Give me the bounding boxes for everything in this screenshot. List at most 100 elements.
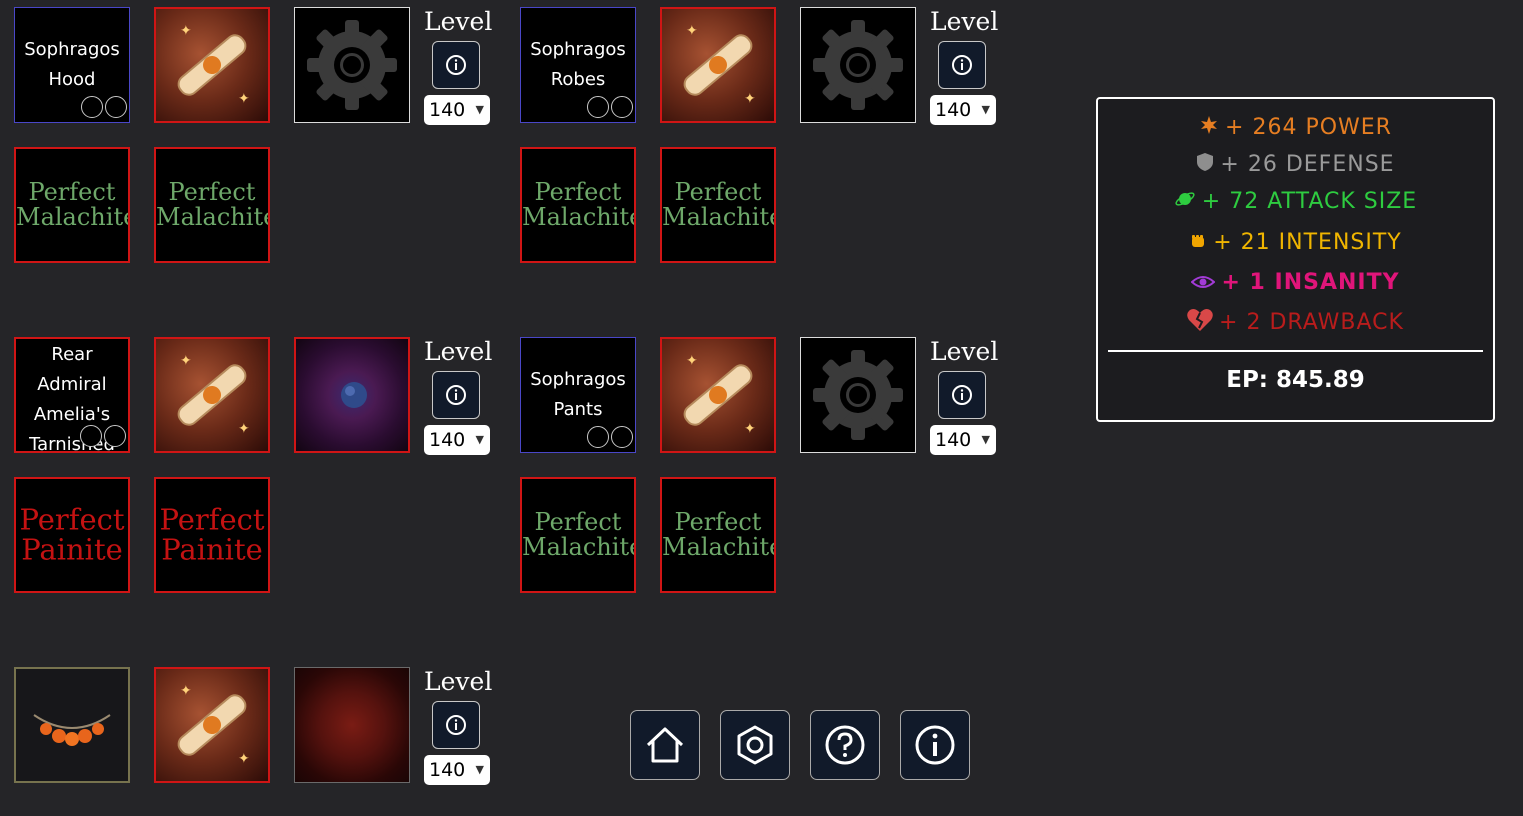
info-icon <box>446 385 466 405</box>
level-label: Level <box>424 337 493 366</box>
stat-power-text: + 264 POWER <box>1225 115 1392 140</box>
gear-slot-empty[interactable] <box>294 7 410 123</box>
gear-icon <box>813 350 903 440</box>
info-button[interactable] <box>432 41 480 89</box>
settings-icon <box>737 725 773 765</box>
gem-slot[interactable]: Perfect Malachite <box>520 477 636 593</box>
level-label: Level <box>930 7 999 36</box>
essence-slot[interactable] <box>294 667 410 783</box>
gem-slot[interactable]: Perfect Malachite <box>14 147 130 263</box>
scroll-icon: ✦✦ <box>177 352 250 436</box>
chevron-down-icon: ▼ <box>475 763 484 776</box>
info-icon <box>446 55 466 75</box>
info-icon <box>952 55 972 75</box>
gear-slot-empty[interactable] <box>800 337 916 453</box>
item-name: Sophragos Hood <box>24 39 120 90</box>
socket-empty[interactable] <box>587 96 609 118</box>
svg-text:✦: ✦ <box>238 90 250 106</box>
svg-text:✦: ✦ <box>180 352 192 368</box>
level-select[interactable]: 140 ▼ <box>424 95 490 125</box>
level-select[interactable]: 140 ▼ <box>424 425 490 455</box>
enchant-scroll-slot[interactable]: ✦ ✦ <box>660 337 776 453</box>
gear-slot-hood[interactable]: Sophragos Hood <box>14 7 130 123</box>
stat-attack-size: + 72 ATTACK SIZE <box>1098 189 1493 215</box>
enchant-scroll-slot[interactable]: ✦ ✦ <box>154 7 270 123</box>
socket-empty[interactable] <box>104 425 126 447</box>
info-button[interactable] <box>938 371 986 419</box>
level-control: Level 140 ▼ <box>424 337 493 455</box>
item-name: Sophragos Pants <box>530 369 626 420</box>
svg-text:✦: ✦ <box>686 352 698 368</box>
stat-drawback: + 2 DRAWBACK <box>1098 308 1493 338</box>
gear-slot-empty[interactable] <box>800 7 916 123</box>
stat-insanity: + 1 INSANITY <box>1098 270 1493 296</box>
level-select[interactable]: 140 ▼ <box>930 95 996 125</box>
level-value: 140 <box>429 429 466 451</box>
level-value: 140 <box>429 99 466 121</box>
info-icon <box>952 385 972 405</box>
socket-empty[interactable] <box>611 426 633 448</box>
scroll-icon: ✦✦ <box>683 22 756 106</box>
gem-name: Perfect Painite <box>19 502 125 567</box>
gem-slot[interactable]: Perfect Malachite <box>520 147 636 263</box>
stat-drawback-text: + 2 DRAWBACK <box>1219 310 1404 335</box>
stat-insanity-text: + 1 INSANITY <box>1221 270 1400 295</box>
gem-slot[interactable]: Perfect Malachite <box>660 147 776 263</box>
fist-icon <box>1189 231 1207 256</box>
gear-slot-pants[interactable]: Sophragos Pants <box>520 337 636 453</box>
level-label: Level <box>424 667 493 696</box>
help-button[interactable] <box>810 710 880 780</box>
settings-button[interactable] <box>720 710 790 780</box>
planet-icon <box>1174 189 1196 215</box>
socket-empty[interactable] <box>611 96 633 118</box>
shield-icon <box>1196 152 1214 178</box>
gear-slot-amulet[interactable] <box>14 667 130 783</box>
gem-slot[interactable]: Perfect Painite <box>154 477 270 593</box>
chevron-down-icon: ▼ <box>981 103 990 116</box>
item-name: Sophragos Robes <box>530 39 626 90</box>
info-icon <box>915 725 955 765</box>
level-control: Level 140 ▼ <box>930 7 999 125</box>
level-control: Level 140 ▼ <box>424 7 492 125</box>
enchant-scroll-slot[interactable]: ✦ ✦ <box>154 337 270 453</box>
level-select[interactable]: 140 ▼ <box>930 425 996 455</box>
gem-name: Perfect Malachite <box>156 177 270 231</box>
home-button[interactable] <box>630 710 700 780</box>
gear-slot-cloak[interactable]: Rear Admiral Amelia's Tarnished Cloak <box>14 337 130 453</box>
power-icon <box>1199 115 1219 141</box>
gem-name: Perfect Malachite <box>16 177 130 231</box>
info-page-button[interactable] <box>900 710 970 780</box>
gem-slot[interactable]: Perfect Malachite <box>154 147 270 263</box>
socket-empty[interactable] <box>105 96 127 118</box>
stats-panel: + 264 POWER + 26 DEFENSE + 72 ATTACK SIZ… <box>1096 97 1495 422</box>
level-value: 140 <box>935 99 972 121</box>
stat-intensity-text: + 21 INTENSITY <box>1213 230 1402 255</box>
chevron-down-icon: ▼ <box>475 103 484 116</box>
svg-text:✦: ✦ <box>238 750 250 766</box>
level-select[interactable]: 140 ▼ <box>424 755 490 785</box>
svg-text:✦: ✦ <box>744 90 756 106</box>
ep-value: EP: 845.89 <box>1226 367 1365 393</box>
gear-slot-robes[interactable]: Sophragos Robes <box>520 7 636 123</box>
gem-name: Perfect Painite <box>159 502 265 567</box>
enchant-scroll-slot[interactable]: ✦ ✦ <box>154 667 270 783</box>
svg-text:✦: ✦ <box>686 22 698 38</box>
socket-empty[interactable] <box>587 426 609 448</box>
stat-defense-text: + 26 DEFENSE <box>1220 152 1395 177</box>
svg-text:✦: ✦ <box>744 420 756 436</box>
svg-text:✦: ✦ <box>180 682 192 698</box>
essence-slot[interactable] <box>294 337 410 453</box>
enchant-scroll-slot[interactable]: ✦ ✦ <box>660 7 776 123</box>
gem-slot[interactable]: Perfect Painite <box>14 477 130 593</box>
svg-text:✦: ✦ <box>180 22 192 38</box>
info-button[interactable] <box>938 41 986 89</box>
eye-icon <box>1190 271 1216 296</box>
socket-empty[interactable] <box>80 425 102 447</box>
gem-slot[interactable]: Perfect Malachite <box>660 477 776 593</box>
scroll-icon: ✦✦ <box>683 352 756 436</box>
info-button[interactable] <box>432 701 480 749</box>
info-button[interactable] <box>432 371 480 419</box>
stat-attack-size-text: + 72 ATTACK SIZE <box>1201 189 1418 214</box>
stat-intensity: + 21 INTENSITY <box>1098 230 1493 256</box>
socket-empty[interactable] <box>81 96 103 118</box>
